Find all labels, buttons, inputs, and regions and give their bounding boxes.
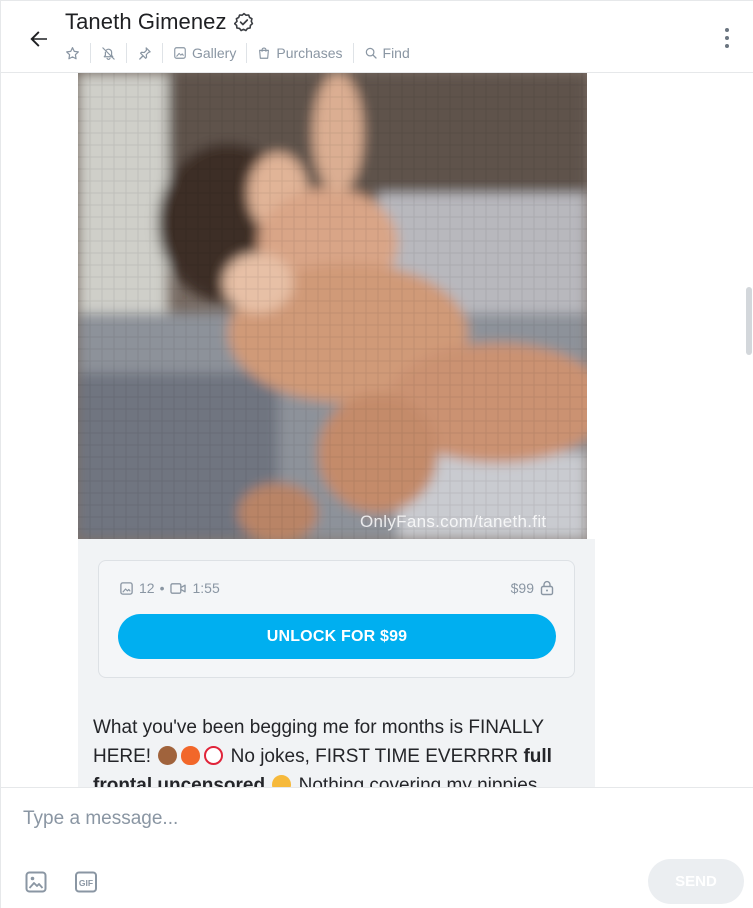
locked-content-panel: 12 • 1:55 $99 UNLOCK FOR $99 xyxy=(78,539,595,713)
lock-icon xyxy=(540,580,554,596)
favorite-star-button[interactable] xyxy=(63,43,90,63)
back-arrow-icon[interactable] xyxy=(23,23,55,55)
gif-label: GIF xyxy=(79,878,93,888)
locked-content-card: 12 • 1:55 $99 UNLOCK FOR $99 xyxy=(98,560,575,678)
locked-media-meta: 12 • 1:55 xyxy=(119,580,220,596)
image-icon xyxy=(120,581,133,595)
flushed-face-emoji-icon xyxy=(272,775,292,787)
scrollbar-thumb[interactable] xyxy=(746,287,752,355)
star-icon xyxy=(66,46,79,59)
purchases-label: Purchases xyxy=(276,45,343,61)
gallery-label: Gallery xyxy=(192,45,237,61)
shopping-bag-icon xyxy=(259,47,270,59)
search-icon xyxy=(365,47,377,59)
chat-window: Taneth Gimenez Gallery Purchases Find On… xyxy=(0,0,753,908)
unlock-button[interactable]: UNLOCK FOR $99 xyxy=(118,614,556,659)
no-under-eighteen-emoji-icon xyxy=(204,746,224,765)
locked-price: $99 xyxy=(511,580,554,596)
price-value: $99 xyxy=(510,580,534,596)
message-text-part2: No jokes, FIRST TIME EVERRRR xyxy=(230,746,519,767)
message-input[interactable] xyxy=(23,806,723,832)
message-list[interactable]: OnlyFans.com/taneth.fit 12 • 1:55 $99 UN… xyxy=(1,73,753,787)
attach-image-button[interactable] xyxy=(23,869,49,895)
pin-icon xyxy=(139,46,151,60)
bell-off-icon xyxy=(102,46,115,60)
fire-emoji-icon xyxy=(181,746,201,765)
mute-notifications-button[interactable] xyxy=(91,43,126,63)
message-text: What you've been begging me for months i… xyxy=(78,713,595,787)
chat-header: Taneth Gimenez Gallery Purchases Find xyxy=(1,1,753,73)
purchases-button[interactable]: Purchases xyxy=(247,43,352,63)
gif-button[interactable]: GIF xyxy=(73,869,101,895)
message-bubble: OnlyFans.com/taneth.fit 12 • 1:55 $99 UN… xyxy=(78,73,595,787)
verified-badge-icon xyxy=(233,12,254,32)
message-text-part3: Nothing covering my nippies xyxy=(298,775,538,787)
see-no-evil-monkey-emoji-icon xyxy=(158,746,178,765)
video-duration: 1:55 xyxy=(192,580,220,596)
media-watermark: OnlyFans.com/taneth.fit xyxy=(360,512,547,531)
image-icon xyxy=(25,871,47,893)
message-media-preview[interactable]: OnlyFans.com/taneth.fit xyxy=(78,73,587,539)
find-label: Find xyxy=(382,45,410,61)
gallery-icon xyxy=(174,47,186,59)
more-options-icon[interactable] xyxy=(717,23,737,53)
video-icon xyxy=(170,582,187,594)
gif-icon: GIF xyxy=(75,871,97,893)
pin-button[interactable] xyxy=(127,43,162,63)
blurred-media-image xyxy=(78,73,587,539)
send-button[interactable]: SEND xyxy=(648,859,744,904)
chat-title-row: Taneth Gimenez xyxy=(65,9,254,35)
gallery-button[interactable]: Gallery xyxy=(163,43,246,63)
find-button[interactable]: Find xyxy=(354,43,420,63)
meta-dot: • xyxy=(159,580,165,596)
chat-title[interactable]: Taneth Gimenez xyxy=(65,9,227,35)
photo-count: 12 xyxy=(139,580,155,596)
chat-toolbar: Gallery Purchases Find xyxy=(63,43,420,63)
message-composer: GIF SEND xyxy=(1,787,753,908)
